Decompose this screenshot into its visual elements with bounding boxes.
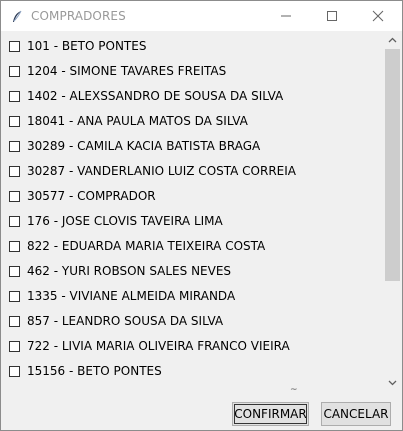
scroll-down-button[interactable] — [384, 374, 401, 391]
checkbox[interactable] — [9, 290, 20, 302]
checkbox[interactable] — [9, 365, 20, 377]
checkbox[interactable] — [9, 340, 20, 352]
item-label: 722 - LIVIA MARIA OLIVEIRA FRANCO VIEIRA — [27, 339, 290, 353]
title-bar[interactable]: COMPRADORES — [1, 1, 402, 31]
item-label: 30287 - VANDERLANIO LUIZ COSTA CORREIA — [27, 164, 297, 178]
checkbox[interactable] — [9, 90, 20, 102]
item-label: 822 - EDUARDA MARIA TEIXEIRA COSTA — [27, 239, 266, 253]
list-item[interactable]: 462 - YURI ROBSON SALES NEVES — [7, 261, 231, 281]
item-label: 1402 - ALEXSSANDRO DE SOUSA DA SILVA — [27, 89, 284, 103]
buyer-checkbox-list: 101 - BETO PONTES 1204 - SIMONE TAVARES … — [1, 32, 384, 391]
scroll-up-button[interactable] — [384, 32, 401, 49]
minimize-button[interactable] — [263, 1, 309, 31]
item-label: 101 - BETO PONTES — [27, 39, 147, 53]
item-label: 1204 - SIMONE TAVARES FREITAS — [27, 64, 227, 78]
feather-icon — [10, 9, 24, 23]
checkbox[interactable] — [9, 390, 20, 391]
item-label: 462 - YURI ROBSON SALES NEVES — [27, 264, 232, 278]
scroll-thumb[interactable] — [385, 49, 400, 281]
list-item[interactable]: 18041 - ANA PAULA MATOS DA SILVA — [7, 111, 248, 131]
list-item[interactable]: 1335 - VIVIANE ALMEIDA MIRANDA — [7, 286, 235, 306]
item-label: 18041 - ANA PAULA MATOS DA SILVA — [27, 114, 248, 128]
chevron-up-icon — [388, 37, 397, 43]
checkbox[interactable] — [9, 115, 20, 127]
list-item[interactable]: 15156 - BETO PONTES — [7, 361, 162, 381]
list-item[interactable]: 822 - EDUARDA MARIA TEIXEIRA COSTA — [7, 236, 265, 256]
confirm-button[interactable]: CONFIRMAR — [232, 402, 309, 426]
tilde-mark: ~ — [290, 385, 298, 395]
checkbox[interactable] — [9, 40, 20, 52]
list-item[interactable]: 857 - LEANDRO SOUSA DA SILVA — [7, 311, 223, 331]
item-label: 15156 - BETO PONTES — [27, 364, 162, 378]
list-item[interactable]: 30289 - CAMILA KACIA BATISTA BRAGA — [7, 136, 260, 156]
compradores-window: COMPRADORES 101 - BETO PONTES 1204 - SIM… — [0, 0, 403, 431]
list-item[interactable]: 1402 - ALEXSSANDRO DE SOUSA DA SILVA — [7, 86, 283, 106]
list-item[interactable]: 101 - BETO PONTES — [7, 36, 146, 56]
maximize-button[interactable] — [309, 1, 355, 31]
vertical-scrollbar[interactable] — [384, 32, 401, 391]
list-item[interactable]: 722 - LIVIA MARIA OLIVEIRA FRANCO VIEIRA — [7, 336, 290, 356]
list-item[interactable]: 1204 - SIMONE TAVARES FREITAS — [7, 61, 226, 81]
list-item-partial[interactable] — [7, 386, 20, 391]
item-label: 30289 - CAMILA KACIA BATISTA BRAGA — [27, 139, 261, 153]
item-label: 857 - LEANDRO SOUSA DA SILVA — [27, 314, 224, 328]
item-label: 30577 - COMPRADOR — [27, 189, 156, 203]
list-item[interactable]: 30577 - COMPRADOR — [7, 186, 156, 206]
item-label: 176 - JOSE CLOVIS TAVEIRA LIMA — [27, 214, 223, 228]
checkbox[interactable] — [9, 65, 20, 77]
checkbox[interactable] — [9, 240, 20, 252]
window-title: COMPRADORES — [31, 9, 126, 23]
close-button[interactable] — [355, 1, 401, 31]
list-item[interactable]: 176 - JOSE CLOVIS TAVEIRA LIMA — [7, 211, 223, 231]
checkbox[interactable] — [9, 265, 20, 277]
list-item[interactable]: 30287 - VANDERLANIO LUIZ COSTA CORREIA — [7, 161, 296, 181]
checkbox[interactable] — [9, 315, 20, 327]
close-icon — [372, 10, 384, 22]
checkbox[interactable] — [9, 165, 20, 177]
cancel-button[interactable]: CANCELAR — [321, 402, 391, 426]
checkbox[interactable] — [9, 190, 20, 202]
chevron-down-icon — [388, 380, 397, 386]
checkbox[interactable] — [9, 140, 20, 152]
item-label: 1335 - VIVIANE ALMEIDA MIRANDA — [27, 289, 236, 303]
checkbox[interactable] — [9, 215, 20, 227]
